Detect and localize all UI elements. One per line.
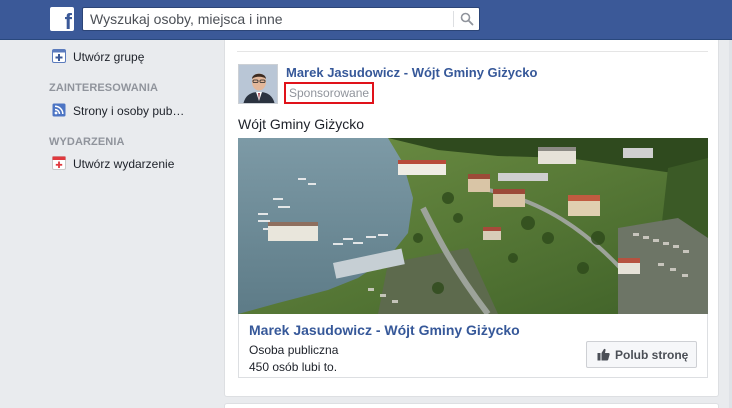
person-portrait-icon xyxy=(239,65,277,103)
divider xyxy=(237,51,708,52)
facebook-logo-icon[interactable]: f xyxy=(50,7,74,31)
sidebar-item-label: Strony i osoby pub… xyxy=(73,104,185,118)
search-divider xyxy=(453,11,454,27)
like-page-button[interactable]: Polub stronę xyxy=(586,341,697,368)
section-heading-events: WYDARZENIA xyxy=(49,136,125,148)
sidebar-item-label: Utwórz grupę xyxy=(73,50,145,64)
post-text: Wójt Gminy Giżycko xyxy=(238,116,365,132)
section-heading-interests: ZAINTERESOWANIA xyxy=(49,82,159,94)
sidebar-item-label: Utwórz wydarzenie xyxy=(73,157,175,171)
author-avatar[interactable] xyxy=(238,64,278,104)
search-box xyxy=(82,7,480,31)
search-input[interactable] xyxy=(83,8,453,30)
post-photo[interactable] xyxy=(238,138,708,314)
rss-feed-icon xyxy=(52,103,66,117)
aerial-town-photo xyxy=(238,138,708,314)
sponsored-post-card: Marek Jasudowicz - Wójt Gminy Giżycko Sp… xyxy=(224,40,719,397)
sidebar-item-create-group[interactable]: Utwórz grupę xyxy=(48,47,213,67)
next-feed-card xyxy=(224,403,719,408)
attachment-like-count: 450 osób lubi to. xyxy=(249,360,338,374)
calendar-plus-icon xyxy=(52,156,66,170)
sponsored-label[interactable]: Sponsorowane xyxy=(284,82,375,104)
post-author-link[interactable]: Marek Jasudowicz - Wójt Gminy Giżycko xyxy=(286,65,537,80)
sidebar-item-pages-feed[interactable]: Strony i osoby pub… xyxy=(48,101,213,121)
top-navigation-bar: f xyxy=(0,0,732,40)
attachment-category: Osoba publiczna xyxy=(249,343,339,357)
search-icon[interactable] xyxy=(460,12,474,26)
thumbs-up-icon xyxy=(597,348,610,361)
like-button-label: Polub stronę xyxy=(615,348,689,362)
sidebar-item-create-event[interactable]: Utwórz wydarzenie xyxy=(48,154,213,174)
attachment-page-title[interactable]: Marek Jasudowicz - Wójt Gminy Giżycko xyxy=(249,322,520,338)
plus-square-icon xyxy=(52,49,66,63)
page-attachment: Marek Jasudowicz - Wójt Gminy Giżycko Os… xyxy=(238,314,708,378)
